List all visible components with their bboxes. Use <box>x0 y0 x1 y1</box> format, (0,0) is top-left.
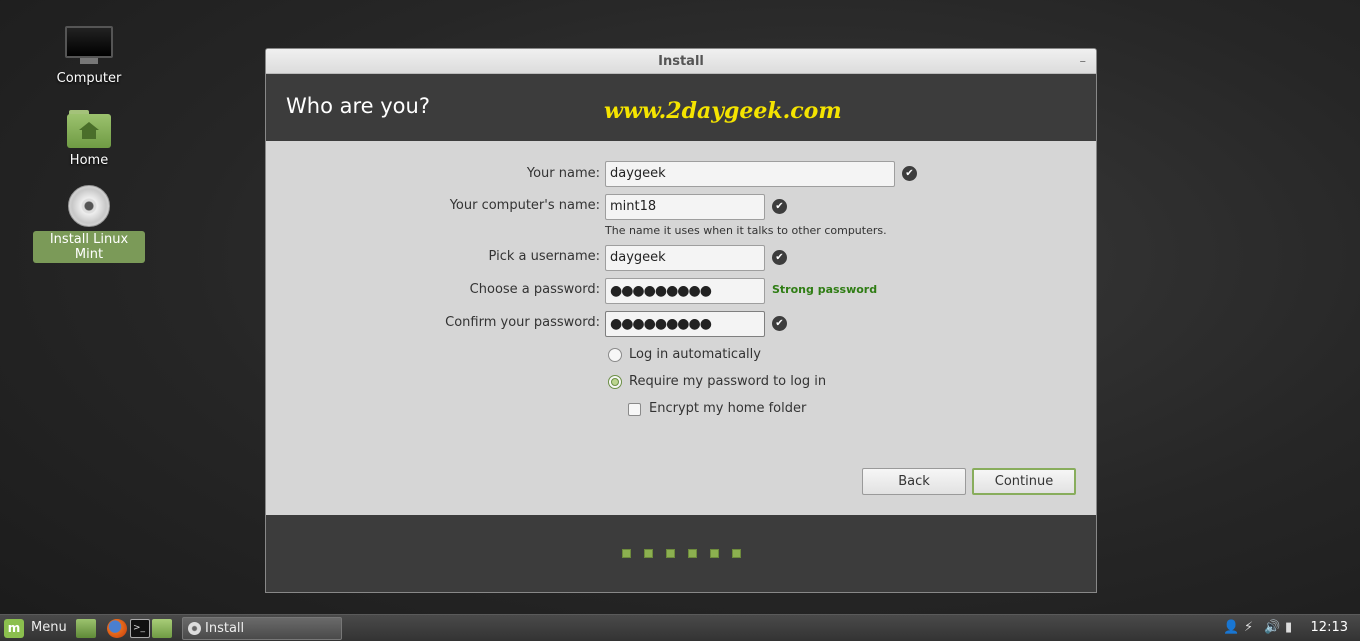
desktop-icon-home[interactable]: Home <box>33 110 145 169</box>
username-input[interactable]: daygeek <box>605 245 765 271</box>
confirm-password-label: Confirm your password: <box>445 315 600 330</box>
files-icon[interactable] <box>152 619 172 638</box>
password-label: Choose a password: <box>469 282 600 297</box>
firefox-icon[interactable] <box>107 619 127 638</box>
task-label: Install <box>205 621 245 636</box>
encrypt-home-label[interactable]: Encrypt my home folder <box>649 401 806 417</box>
login-automatically-radio[interactable] <box>608 348 622 362</box>
computer-icon <box>65 26 113 66</box>
battery-icon[interactable]: ▮ <box>1285 620 1292 635</box>
require-password-radio[interactable] <box>608 375 622 389</box>
desktop-icon-label: Home <box>69 153 109 168</box>
computer-name-label: Your computer's name: <box>449 198 600 213</box>
name-label: Your name: <box>526 166 600 181</box>
desktop-icon-label: Install Linux Mint <box>33 231 145 263</box>
window-titlebar[interactable]: Install – <box>266 49 1096 74</box>
username-valid-check-icon: ✔ <box>772 250 787 265</box>
watermark-text: www.2daygeek.com <box>604 98 842 124</box>
volume-icon[interactable]: 🔊 <box>1264 620 1280 635</box>
confirm-password-input[interactable]: ●●●●●●●●● <box>605 311 765 337</box>
page-header: Who are you? www.2daygeek.com <box>266 74 1096 141</box>
taskbar-task-install[interactable]: Install <box>182 617 342 640</box>
username-label: Pick a username: <box>488 249 600 264</box>
network-icon[interactable]: ⚡ <box>1244 620 1253 635</box>
progress-step-4 <box>688 549 697 558</box>
back-button[interactable]: Back <box>862 468 966 495</box>
progress-step-5 <box>710 549 719 558</box>
computer-name-input[interactable]: mint18 <box>605 194 765 220</box>
desktop-icon-computer[interactable]: Computer <box>33 26 145 87</box>
require-password-label[interactable]: Require my password to log in <box>629 374 826 390</box>
computer-name-valid-check-icon: ✔ <box>772 199 787 214</box>
desktop-icon-install-linux-mint[interactable]: Install Linux Mint <box>33 185 145 263</box>
name-input[interactable]: daygeek <box>605 161 895 187</box>
progress-step-1 <box>622 549 631 558</box>
progress-step-3 <box>666 549 675 558</box>
install-disc-icon <box>188 622 201 635</box>
installer-window: Install – Who are you? www.2daygeek.com … <box>265 48 1097 593</box>
progress-step-2 <box>644 549 653 558</box>
window-title: Install <box>658 54 704 69</box>
minimize-icon[interactable]: – <box>1080 49 1087 74</box>
confirm-password-valid-check-icon: ✔ <box>772 316 787 331</box>
show-desktop-icon[interactable] <box>76 619 96 638</box>
progress-footer <box>266 515 1096 592</box>
mint-menu-icon[interactable]: m <box>4 619 24 638</box>
disc-icon <box>68 185 110 227</box>
taskbar: m Menu >_ Install 👤 ⚡ 🔊 ▮ 12:13 <box>0 614 1360 641</box>
desktop-icon-label: Computer <box>56 71 122 86</box>
clock[interactable]: 12:13 <box>1311 620 1348 635</box>
encrypt-home-checkbox[interactable] <box>628 403 641 416</box>
password-input[interactable]: ●●●●●●●●● <box>605 278 765 304</box>
progress-step-6 <box>732 549 741 558</box>
login-automatically-label[interactable]: Log in automatically <box>629 347 761 363</box>
continue-button[interactable]: Continue <box>972 468 1076 495</box>
menu-button[interactable]: Menu <box>31 620 67 635</box>
password-strength-text: Strong password <box>772 283 878 296</box>
computer-name-hint: The name it uses when it talks to other … <box>605 224 887 237</box>
page-title: Who are you? <box>286 94 430 118</box>
user-icon[interactable]: 👤 <box>1223 620 1239 635</box>
user-form: Your name: daygeek ✔ Your computer's nam… <box>266 141 1096 515</box>
name-valid-check-icon: ✔ <box>902 166 917 181</box>
terminal-icon[interactable]: >_ <box>130 619 150 638</box>
home-folder-icon <box>67 110 111 148</box>
